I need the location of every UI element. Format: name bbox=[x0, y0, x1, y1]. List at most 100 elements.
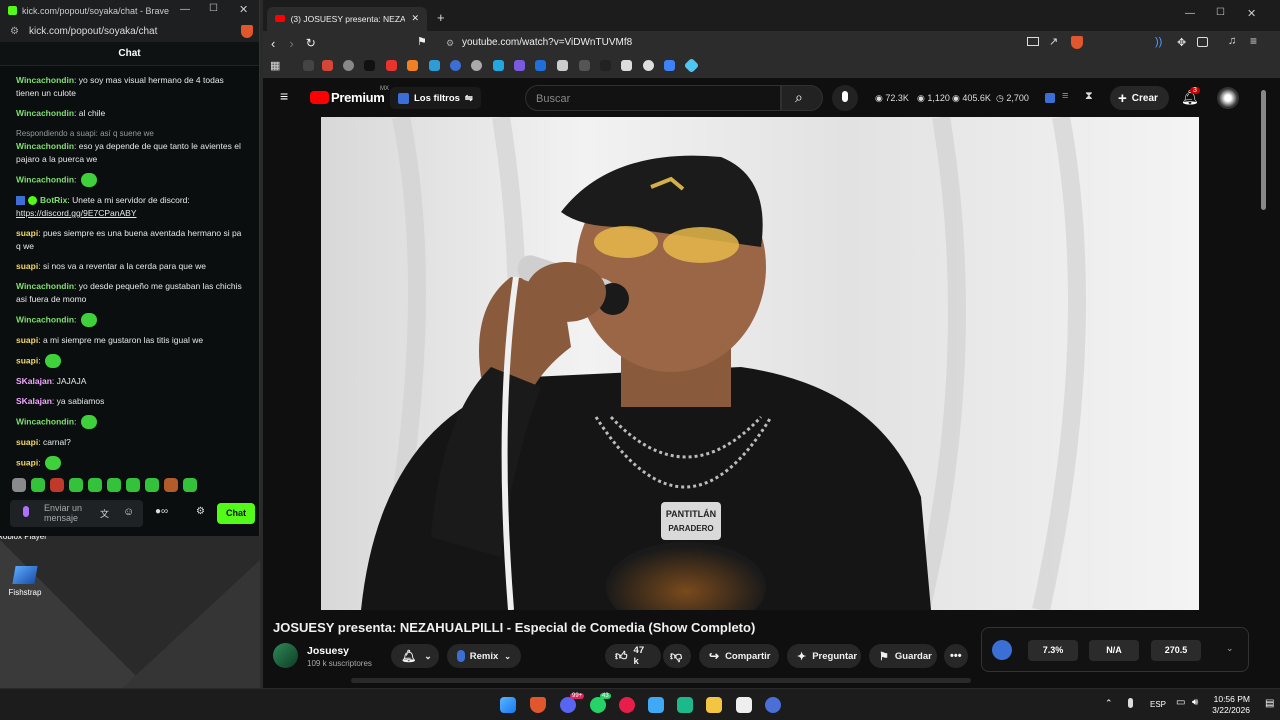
bookmark-icon[interactable] bbox=[514, 60, 525, 71]
kick-urlbar[interactable]: ⚙ kick.com/popout/soyaka/chat bbox=[0, 21, 259, 42]
bookmark-icon[interactable] bbox=[471, 60, 482, 71]
bookmark-icon[interactable] bbox=[429, 60, 440, 71]
chat-username[interactable]: suapi bbox=[16, 355, 38, 365]
search-button[interactable]: ⌕ bbox=[781, 85, 823, 111]
chat-username[interactable]: Wincachondin bbox=[16, 416, 74, 426]
wallet-icon[interactable] bbox=[1197, 37, 1208, 47]
chat-username[interactable]: SKalajan bbox=[16, 376, 52, 386]
language-indicator[interactable]: ESP bbox=[1150, 700, 1166, 709]
more-actions-button[interactable]: ••• bbox=[944, 644, 968, 668]
share-icon[interactable]: ↗ bbox=[1049, 35, 1058, 48]
chat-message[interactable]: Wincachondin: bbox=[16, 415, 244, 429]
emote-icon[interactable] bbox=[183, 478, 197, 492]
chat-username[interactable]: suapi bbox=[16, 228, 38, 238]
desktop-icon-fishstrap[interactable]: Fishstrap bbox=[0, 566, 55, 597]
chat-username[interactable]: Wincachondin bbox=[16, 314, 74, 324]
create-button[interactable]: + Crear bbox=[1110, 86, 1169, 110]
notepad-icon[interactable] bbox=[648, 697, 664, 713]
back-icon[interactable]: ‹ bbox=[271, 36, 275, 51]
close-icon[interactable]: ✕ bbox=[1247, 7, 1256, 20]
chat-message[interactable]: Wincachondin: yo soy mas visual hermano … bbox=[16, 74, 244, 100]
whatsapp-icon[interactable] bbox=[590, 697, 606, 713]
bookmark-icon[interactable] bbox=[643, 60, 654, 71]
chat-message[interactable]: Wincachondin: al chile bbox=[16, 107, 244, 120]
microphone-icon[interactable] bbox=[23, 506, 29, 517]
emote-icon[interactable] bbox=[80, 313, 97, 327]
app-icon[interactable] bbox=[736, 697, 752, 713]
share-button[interactable]: ↪ Compartir bbox=[699, 644, 779, 668]
chat-username[interactable]: suapi bbox=[16, 457, 38, 467]
settings-icon[interactable]: ⚙ bbox=[196, 506, 205, 517]
apps-grid-icon[interactable]: ▦ bbox=[270, 59, 280, 72]
channel-avatar[interactable] bbox=[273, 643, 298, 668]
page-scrollbar[interactable] bbox=[1261, 90, 1266, 210]
bookmark-icon[interactable] bbox=[535, 60, 546, 71]
bookmark-icon[interactable] bbox=[579, 60, 590, 71]
emote-icon[interactable] bbox=[126, 478, 140, 492]
address-url[interactable]: youtube.com/watch?v=ViDWnTUVMf8 bbox=[462, 37, 632, 48]
emote-icon[interactable] bbox=[44, 354, 61, 368]
minimize-icon[interactable]: — bbox=[180, 4, 190, 15]
chat-message-list[interactable]: Wincachondin: yo soy mas visual hermano … bbox=[0, 70, 258, 470]
chat-message[interactable]: Respondiendo a suapi: así q suene we Winc… bbox=[16, 127, 244, 166]
windows-start-icon[interactable] bbox=[500, 697, 516, 713]
chat-username[interactable]: BotRix bbox=[40, 195, 67, 205]
list-icon[interactable]: ≡ bbox=[1062, 90, 1068, 102]
chat-username[interactable]: SKalajan bbox=[16, 396, 52, 406]
hamburger-menu-icon[interactable]: ≡ bbox=[280, 88, 288, 104]
bookmark-icon[interactable] bbox=[664, 60, 675, 71]
emote-icon[interactable] bbox=[50, 478, 64, 492]
bookmark-icon[interactable] bbox=[303, 60, 314, 71]
chat-message[interactable]: Wincachondin: bbox=[16, 173, 244, 187]
emote-icon[interactable] bbox=[164, 478, 178, 492]
media-icon[interactable]: ♫ bbox=[1228, 35, 1236, 47]
emote-icon[interactable] bbox=[80, 415, 97, 429]
chat-message[interactable]: suapi: bbox=[16, 354, 244, 368]
bookmark-icon[interactable] bbox=[600, 60, 611, 71]
kick-url[interactable]: kick.com/popout/soyaka/chat bbox=[29, 26, 157, 37]
maximize-icon[interactable]: ☐ bbox=[209, 3, 218, 14]
channel-name[interactable]: Josuesy bbox=[307, 645, 349, 657]
chat-username[interactable]: Wincachondin bbox=[16, 141, 74, 151]
send-chat-button[interactable]: Chat bbox=[217, 503, 255, 524]
menu-icon[interactable]: ≡ bbox=[1250, 34, 1257, 48]
extensions-puzzle-icon[interactable]: ✥ bbox=[1177, 36, 1186, 49]
microphone-icon[interactable] bbox=[1128, 698, 1133, 708]
chat-message[interactable]: SKalajan: JAJAJA bbox=[16, 375, 244, 388]
bookmark-icon[interactable] bbox=[386, 60, 397, 71]
notification-icon[interactable]: ▤ bbox=[1265, 698, 1274, 709]
forward-icon[interactable]: › bbox=[289, 36, 293, 51]
chat-message[interactable]: Wincachondin: bbox=[16, 313, 244, 327]
avatar[interactable] bbox=[1217, 87, 1239, 109]
chat-username[interactable]: Wincachondin bbox=[16, 108, 74, 118]
subscribe-bell-button[interactable]: 🔔︎ ⌄ bbox=[391, 644, 439, 668]
close-icon[interactable]: ✕ bbox=[239, 3, 248, 16]
chat-username[interactable]: Wincachondin bbox=[16, 75, 74, 85]
brave-browser-icon[interactable] bbox=[530, 697, 546, 713]
bookmark-icon[interactable]: ⚑ bbox=[417, 35, 427, 48]
youtube-logo-icon[interactable] bbox=[310, 91, 329, 104]
brave-shield-icon[interactable] bbox=[241, 25, 253, 38]
emote-icon[interactable] bbox=[107, 478, 121, 492]
new-tab-icon[interactable]: + bbox=[437, 10, 445, 25]
emote-icon[interactable] bbox=[69, 478, 83, 492]
search-input[interactable]: Buscar bbox=[525, 85, 781, 111]
save-button[interactable]: ⚑ Guardar bbox=[869, 644, 937, 668]
like-button[interactable]: 👍︎ 47 k bbox=[605, 644, 661, 668]
iq-extension-icon[interactable] bbox=[1045, 93, 1055, 103]
chat-message[interactable]: suapi: si nos va a reventar a la cerda p… bbox=[16, 260, 244, 273]
remix-button[interactable]: Remix ⌄ bbox=[447, 644, 521, 668]
emote-icon[interactable] bbox=[44, 456, 61, 470]
emote-icon[interactable] bbox=[80, 173, 97, 187]
emote-icon[interactable] bbox=[31, 478, 45, 492]
extension-icon[interactable]: )) bbox=[1155, 36, 1162, 48]
chat-username[interactable]: suapi bbox=[16, 335, 38, 345]
chat-message[interactable]: Wincachondin: yo desde pequeño me gustab… bbox=[16, 280, 244, 306]
minimize-icon[interactable]: — bbox=[1185, 8, 1195, 19]
chat-username[interactable]: Wincachondin bbox=[16, 281, 74, 291]
emote-icon[interactable] bbox=[145, 478, 159, 492]
discord-icon[interactable] bbox=[560, 697, 576, 713]
reactions-icon[interactable]: ●∞ bbox=[155, 506, 168, 517]
chat-input[interactable]: Enviar un mensaje 文 ☺ bbox=[10, 500, 143, 527]
chat-username[interactable]: suapi bbox=[16, 261, 38, 271]
